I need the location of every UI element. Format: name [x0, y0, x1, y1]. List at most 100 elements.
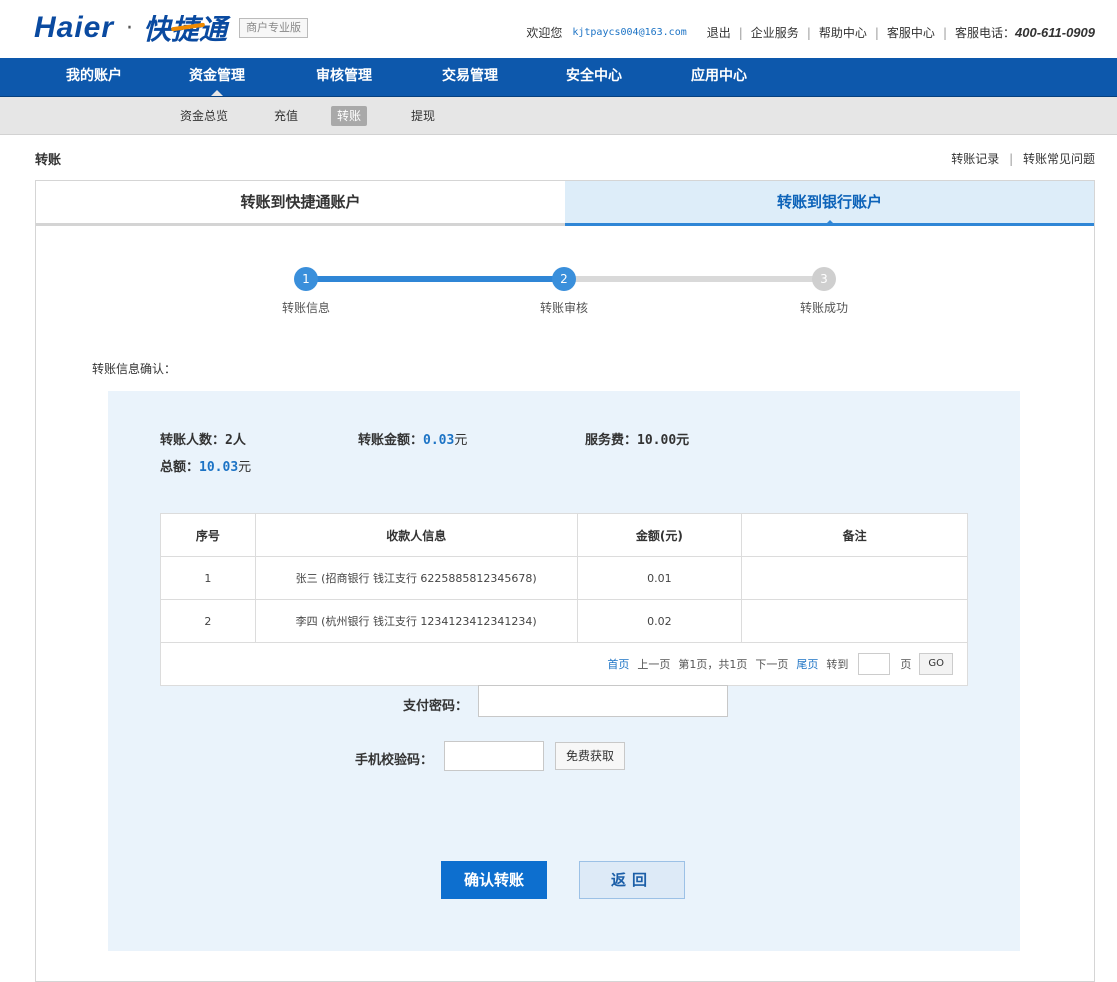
- logo-kuaijietong: 快捷通: [143, 8, 227, 48]
- customer-service-link[interactable]: 客服中心: [887, 24, 935, 41]
- service-fee: 服务费：10.00元: [585, 429, 689, 448]
- table-row: 2 李四 (杭州银行 钱江支行 1234123412341234) 0.02: [160, 599, 968, 643]
- pager-first[interactable]: 首页: [607, 656, 629, 672]
- step-progress-todo: [564, 276, 824, 282]
- divider: |: [738, 25, 743, 40]
- step-3-dot: 3: [812, 267, 836, 291]
- transfer-faq-link[interactable]: 转账常见问题: [1023, 152, 1095, 166]
- divider: |: [874, 25, 879, 40]
- tab-transfer-to-kjt-account[interactable]: 转账到快捷通账户: [36, 181, 565, 223]
- confirm-section-label: 转账信息确认：: [92, 362, 177, 376]
- edition-badge: 商户专业版: [239, 18, 309, 38]
- col-header-payee: 收款人信息: [254, 513, 578, 557]
- transfer-tabs: 转账到快捷通账户 转账到银行账户: [36, 181, 1094, 226]
- subnav-fund-overview[interactable]: 资金总览: [174, 106, 234, 126]
- payee-table: 序号 收款人信息 金额(元) 备注 1 张三 (招商银行 钱江支行 622588…: [160, 513, 968, 686]
- pager-last[interactable]: 尾页: [796, 656, 818, 672]
- pager-go-button[interactable]: GO: [919, 653, 953, 675]
- total-amount-label: 总额：: [160, 460, 200, 475]
- subnav-transfer[interactable]: 转账: [331, 106, 368, 126]
- transfer-info-box: 转账人数：2人 转账金额：0.03元 服务费：10.00元 总额：10.03元 …: [108, 391, 1020, 951]
- cell-note: [741, 556, 968, 600]
- divider: |: [1009, 152, 1014, 166]
- enterprise-service-link[interactable]: 企业服务: [751, 24, 799, 41]
- transfer-amount: 转账金额：0.03元: [358, 429, 467, 448]
- transfer-amount-unit: 元: [454, 433, 468, 448]
- service-fee-label: 服务费：: [585, 433, 638, 448]
- subnav-withdraw[interactable]: 提现: [405, 106, 441, 126]
- pay-password-input[interactable]: [478, 685, 728, 717]
- sub-nav: 资金总览 充值 转账 提现: [0, 97, 1117, 135]
- top-links: 欢迎您 kjtpaycs004@163.com 退出 | 企业服务 | 帮助中心…: [526, 24, 1095, 41]
- transfer-amount-label: 转账金额：: [358, 433, 424, 448]
- divider: |: [942, 25, 947, 40]
- pager-cell: 首页 上一页 第1页，共1页 下一页 尾页 转到 页 GO: [160, 642, 968, 686]
- divider: |: [806, 25, 811, 40]
- nav-security-center[interactable]: 安全中心: [566, 58, 622, 96]
- transfer-amount-value: 0.03: [423, 433, 455, 448]
- table-header-row: 序号 收款人信息 金额(元) 备注: [160, 513, 968, 557]
- pager-page-input[interactable]: [858, 653, 891, 675]
- phone-label: 客服电话：: [954, 26, 1015, 40]
- page-title: 转账: [35, 153, 62, 168]
- pager-prev[interactable]: 上一页: [637, 656, 670, 672]
- get-sms-code-button[interactable]: 免费获取: [555, 742, 626, 770]
- cell-payee: 李四 (杭州银行 钱江支行 1234123412341234): [254, 599, 578, 643]
- cell-amount: 0.01: [576, 556, 743, 600]
- active-tab-underline: [565, 223, 1094, 226]
- step-2-label: 转账审核: [539, 301, 588, 315]
- total-amount: 总额：10.03元: [160, 456, 251, 475]
- col-header-amount: 金额(元): [576, 513, 743, 557]
- back-button[interactable]: 返回: [579, 861, 685, 899]
- transfer-count-label: 转账人数：: [160, 433, 226, 448]
- nav-fund-management[interactable]: 资金管理: [189, 58, 245, 96]
- sms-code-label: 手机校验码：: [354, 753, 433, 768]
- pager-row: 首页 上一页 第1页，共1页 下一页 尾页 转到 页 GO: [160, 642, 968, 686]
- nav-my-account[interactable]: 我的账户: [66, 58, 122, 96]
- nav-review-management[interactable]: 审核管理: [316, 58, 372, 96]
- nav-transaction-management[interactable]: 交易管理: [442, 58, 498, 96]
- pager-next[interactable]: 下一页: [755, 656, 788, 672]
- step-3-label: 转账成功: [799, 301, 848, 315]
- welcome-text: 欢迎您: [526, 26, 563, 40]
- subnav-recharge[interactable]: 充值: [268, 106, 304, 126]
- step-progress-done: [306, 276, 564, 282]
- tab-transfer-to-bank-account[interactable]: 转账到银行账户: [565, 181, 1094, 226]
- transfer-count-value: 2人: [225, 433, 246, 448]
- sms-code-input[interactable]: [444, 741, 544, 771]
- cell-note: [741, 599, 968, 643]
- phone-number: 400-611-0909: [1015, 25, 1095, 40]
- col-header-no: 序号: [160, 513, 256, 557]
- logo-dot: ·: [126, 15, 134, 41]
- total-amount-unit: 元: [238, 460, 252, 475]
- confirm-transfer-button[interactable]: 确认转账: [441, 861, 547, 899]
- pager-goto-label: 转到: [826, 658, 849, 671]
- cell-no: 1: [160, 556, 256, 600]
- page-links: 转账记录 | 转账常见问题: [951, 150, 1095, 167]
- step-1-dot: 1: [294, 267, 318, 291]
- step-2-dot: 2: [552, 267, 576, 291]
- cell-payee: 张三 (招商银行 钱江支行 6225885812345678): [254, 556, 578, 600]
- transfer-panel: 转账到快捷通账户 转账到银行账户 1 2 3 转账信息 转账审核 转账成功 转账…: [35, 180, 1095, 982]
- col-header-note: 备注: [741, 513, 968, 557]
- table-row: 1 张三 (招商银行 钱江支行 6225885812345678) 0.01: [160, 556, 968, 600]
- cell-amount: 0.02: [576, 599, 743, 643]
- logout-link[interactable]: 退出: [707, 24, 731, 41]
- nav-app-center[interactable]: 应用中心: [691, 58, 747, 96]
- pager-page-unit: 页: [900, 658, 912, 671]
- user-email: kjtpaycs004@163.com: [572, 27, 687, 38]
- pay-password-label: 支付密码：: [402, 699, 468, 714]
- logo[interactable]: Haier · 快捷通 商户专业版: [34, 8, 309, 48]
- service-fee-value: 10.00元: [637, 433, 690, 448]
- transfer-count: 转账人数：2人: [160, 429, 246, 448]
- logo-haier: Haier: [34, 11, 115, 44]
- pager-info: 第1页，共1页: [678, 658, 748, 671]
- step-1-label: 转账信息: [281, 301, 330, 315]
- help-center-link[interactable]: 帮助中心: [819, 24, 867, 41]
- transfer-records-link[interactable]: 转账记录: [951, 152, 999, 166]
- logo-cn-text: 快捷通: [143, 13, 228, 46]
- main-nav: 我的账户 资金管理 审核管理 交易管理 安全中心 应用中心: [0, 58, 1117, 97]
- pagination: 首页 上一页 第1页，共1页 下一页 尾页 转到 页 GO: [603, 653, 957, 675]
- cell-no: 2: [160, 599, 256, 643]
- total-amount-value: 10.03: [199, 460, 239, 475]
